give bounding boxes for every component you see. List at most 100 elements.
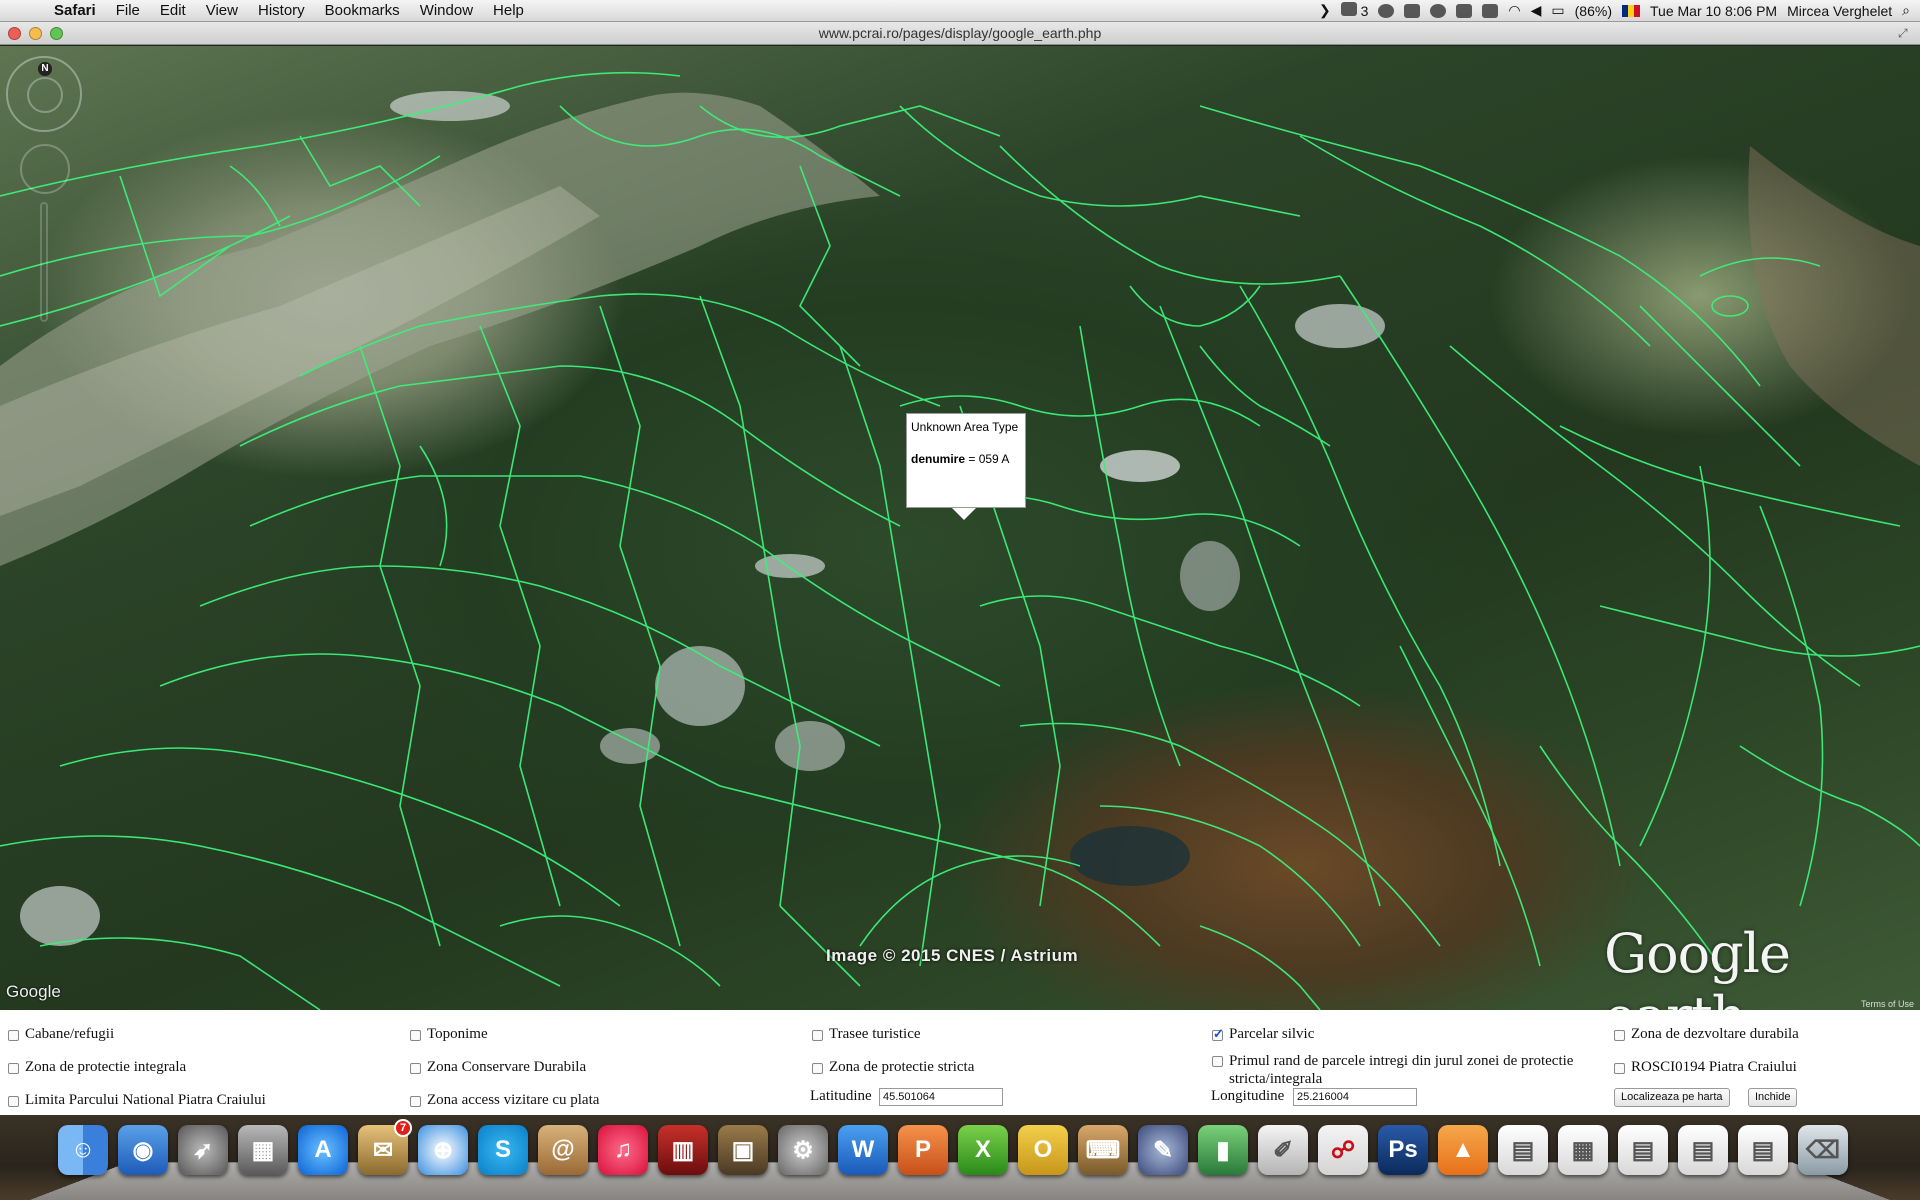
access-checkbox[interactable] xyxy=(410,1096,421,1107)
longitude-input[interactable] xyxy=(1293,1088,1417,1106)
skype-status-icon[interactable] xyxy=(1378,3,1395,18)
layer-protectie-stricta[interactable]: Zona de protectie stricta xyxy=(812,1059,974,1076)
vlc-icon[interactable]: ▲ xyxy=(1438,1125,1488,1175)
adobe-status-icon[interactable]: 3 xyxy=(1340,2,1369,19)
dashboard-icon[interactable]: ◉ xyxy=(118,1125,168,1175)
layer-access[interactable]: Zona access vizitare cu plata xyxy=(410,1092,599,1109)
layer-parcelar[interactable]: Parcelar silvic xyxy=(1212,1026,1314,1043)
fullscreen-icon[interactable]: ⤢ xyxy=(1898,26,1912,40)
word-icon[interactable]: W xyxy=(838,1125,888,1175)
zoom-window-button[interactable] xyxy=(50,26,63,40)
menu-app-safari[interactable]: Safari xyxy=(44,2,106,19)
menu-history[interactable]: History xyxy=(248,2,315,19)
spotlight-search-icon[interactable]: ⌕ xyxy=(1902,2,1910,19)
printer-icon[interactable] xyxy=(1404,3,1421,18)
layer-toponime[interactable]: Toponime xyxy=(410,1026,488,1043)
limita-checkbox[interactable] xyxy=(8,1096,19,1107)
photo-booth-icon[interactable]: ▥ xyxy=(658,1125,708,1175)
dock: ☺ ◉ ➶ ▦ A ✉ 7 ⊕ S @ ♫ ▥ ▣ ⚙ W P X O ⌨ ✎ ▮ ✐ ☍ Ps ▲ ▤ ▦ ▤ ▤ ▤ ⌫ xyxy=(0,1115,1920,1200)
photo-browser-icon[interactable]: ▦ xyxy=(238,1125,288,1175)
google-earth-map[interactable]: N Unknown Area Type denumire = 059 A Ima… xyxy=(0,46,1920,1010)
safari-icon[interactable]: ⊕ xyxy=(418,1125,468,1175)
xcode-icon[interactable]: ✎ xyxy=(1138,1125,1188,1175)
layer-trasee[interactable]: Trasee turistice xyxy=(812,1026,921,1043)
launchpad-icon[interactable]: ➶ xyxy=(178,1125,228,1175)
battery-icon[interactable]: ▭ xyxy=(1551,2,1564,19)
word-doc-icon[interactable]: ▤ xyxy=(1618,1125,1668,1175)
time-machine-icon[interactable] xyxy=(1430,3,1447,18)
finder-icon[interactable]: ☺ xyxy=(58,1125,108,1175)
layer-primul-rand[interactable]: Primul rand de parcele intregi din jurul… xyxy=(1212,1052,1602,1088)
clock[interactable]: Tue Mar 10 8:06 PM xyxy=(1650,3,1777,19)
volume-icon[interactable]: ◀ xyxy=(1531,2,1542,19)
close-button[interactable]: Inchide xyxy=(1748,1088,1798,1107)
acrobat-icon[interactable]: ☍ xyxy=(1318,1125,1368,1175)
user-name[interactable]: Mircea Verghelet xyxy=(1787,3,1892,19)
toponime-checkbox[interactable] xyxy=(410,1030,421,1041)
window-titlebar: www.pcrai.ro/pages/display/google_earth.… xyxy=(0,22,1920,45)
primul-rand-checkbox[interactable] xyxy=(1212,1056,1223,1067)
numbers-icon[interactable]: ▮ xyxy=(1198,1125,1248,1175)
protectie-stricta-label: Zona de protectie stricta xyxy=(829,1059,975,1075)
preview-icon[interactable]: ▣ xyxy=(718,1125,768,1175)
compass-control[interactable]: N xyxy=(6,56,82,132)
photoshop-icon[interactable]: Ps xyxy=(1378,1125,1428,1175)
north-indicator[interactable]: N xyxy=(38,62,52,76)
wifi-icon[interactable]: ◠ xyxy=(1508,2,1520,19)
layer-rosci[interactable]: ROSCI0194 Piatra Craiului xyxy=(1614,1059,1797,1076)
word-doc-3-icon[interactable]: ▤ xyxy=(1738,1125,1788,1175)
move-joystick[interactable] xyxy=(20,144,70,194)
layer-protectie-integrala[interactable]: Zona de protectie integrala xyxy=(8,1059,186,1076)
outlook-icon[interactable]: O xyxy=(1018,1125,1068,1175)
input-source-flag-icon[interactable] xyxy=(1622,4,1640,17)
excel-icon[interactable]: X xyxy=(958,1125,1008,1175)
trasee-label: Trasee turistice xyxy=(829,1026,921,1042)
latitude-input[interactable] xyxy=(879,1088,1003,1106)
display-icon[interactable] xyxy=(1456,3,1473,18)
word-doc-2-icon[interactable]: ▤ xyxy=(1678,1125,1728,1175)
keynote-icon[interactable]: ⌨ xyxy=(1078,1125,1128,1175)
menu-help[interactable]: Help xyxy=(483,2,534,19)
menu-view[interactable]: View xyxy=(196,2,248,19)
system-preferences-icon[interactable]: ⚙ xyxy=(778,1125,828,1175)
menu-window[interactable]: Window xyxy=(410,2,483,19)
mail-icon[interactable]: ✉ 7 xyxy=(358,1119,412,1175)
menu-edit[interactable]: Edit xyxy=(150,2,196,19)
locate-on-map-button[interactable]: Localizeaza pe harta xyxy=(1614,1088,1730,1107)
look-joystick[interactable] xyxy=(27,77,63,113)
skype-icon[interactable]: S xyxy=(478,1125,528,1175)
rosci-checkbox[interactable] xyxy=(1614,1063,1625,1074)
layer-dezvoltare[interactable]: Zona de dezvoltare durabila xyxy=(1614,1026,1799,1043)
trasee-checkbox[interactable] xyxy=(812,1030,823,1041)
itunes-icon[interactable]: ♫ xyxy=(598,1125,648,1175)
conservare-label: Zona Conservare Durabila xyxy=(427,1059,587,1075)
protectie-integrala-checkbox[interactable] xyxy=(8,1063,19,1074)
menu-file[interactable]: File xyxy=(106,2,150,19)
bluetooth-icon[interactable] xyxy=(1482,3,1499,18)
app-store-icon[interactable]: A xyxy=(298,1125,348,1175)
access-label: Zona access vizitare cu plata xyxy=(427,1092,600,1108)
layer-cabane[interactable]: Cabane/refugii xyxy=(8,1026,114,1043)
close-window-button[interactable] xyxy=(8,26,21,40)
chevron-right-icon[interactable]: ❯ xyxy=(1319,2,1331,19)
protectie-stricta-checkbox[interactable] xyxy=(812,1063,823,1074)
terms-of-use-link[interactable]: Terms of Use xyxy=(1861,999,1914,1009)
adobe-count: 3 xyxy=(1360,3,1369,19)
zoom-slider[interactable] xyxy=(40,202,48,322)
balloon-value: = 059 A xyxy=(968,452,1010,466)
imagery-copyright: Image © 2015 CNES / Astrium xyxy=(826,946,1079,965)
cabane-checkbox[interactable] xyxy=(8,1030,19,1041)
powerpoint-icon[interactable]: P xyxy=(898,1125,948,1175)
layer-conservare[interactable]: Zona Conservare Durabila xyxy=(410,1059,586,1076)
layer-limita[interactable]: Limita Parcului National Piatra Craiului xyxy=(8,1092,266,1109)
minimize-window-button[interactable] xyxy=(29,26,42,40)
conservare-checkbox[interactable] xyxy=(410,1063,421,1074)
script-editor-icon[interactable]: ✐ xyxy=(1258,1125,1308,1175)
trash-icon[interactable]: ⌫ xyxy=(1798,1125,1848,1175)
document-icon[interactable]: ▤ xyxy=(1498,1125,1548,1175)
menu-bookmarks[interactable]: Bookmarks xyxy=(315,2,410,19)
contacts-icon[interactable]: @ xyxy=(538,1125,588,1175)
dezvoltare-checkbox[interactable] xyxy=(1614,1030,1625,1041)
parcelar-checkbox[interactable] xyxy=(1212,1026,1224,1042)
spreadsheet-icon[interactable]: ▦ xyxy=(1558,1125,1608,1175)
